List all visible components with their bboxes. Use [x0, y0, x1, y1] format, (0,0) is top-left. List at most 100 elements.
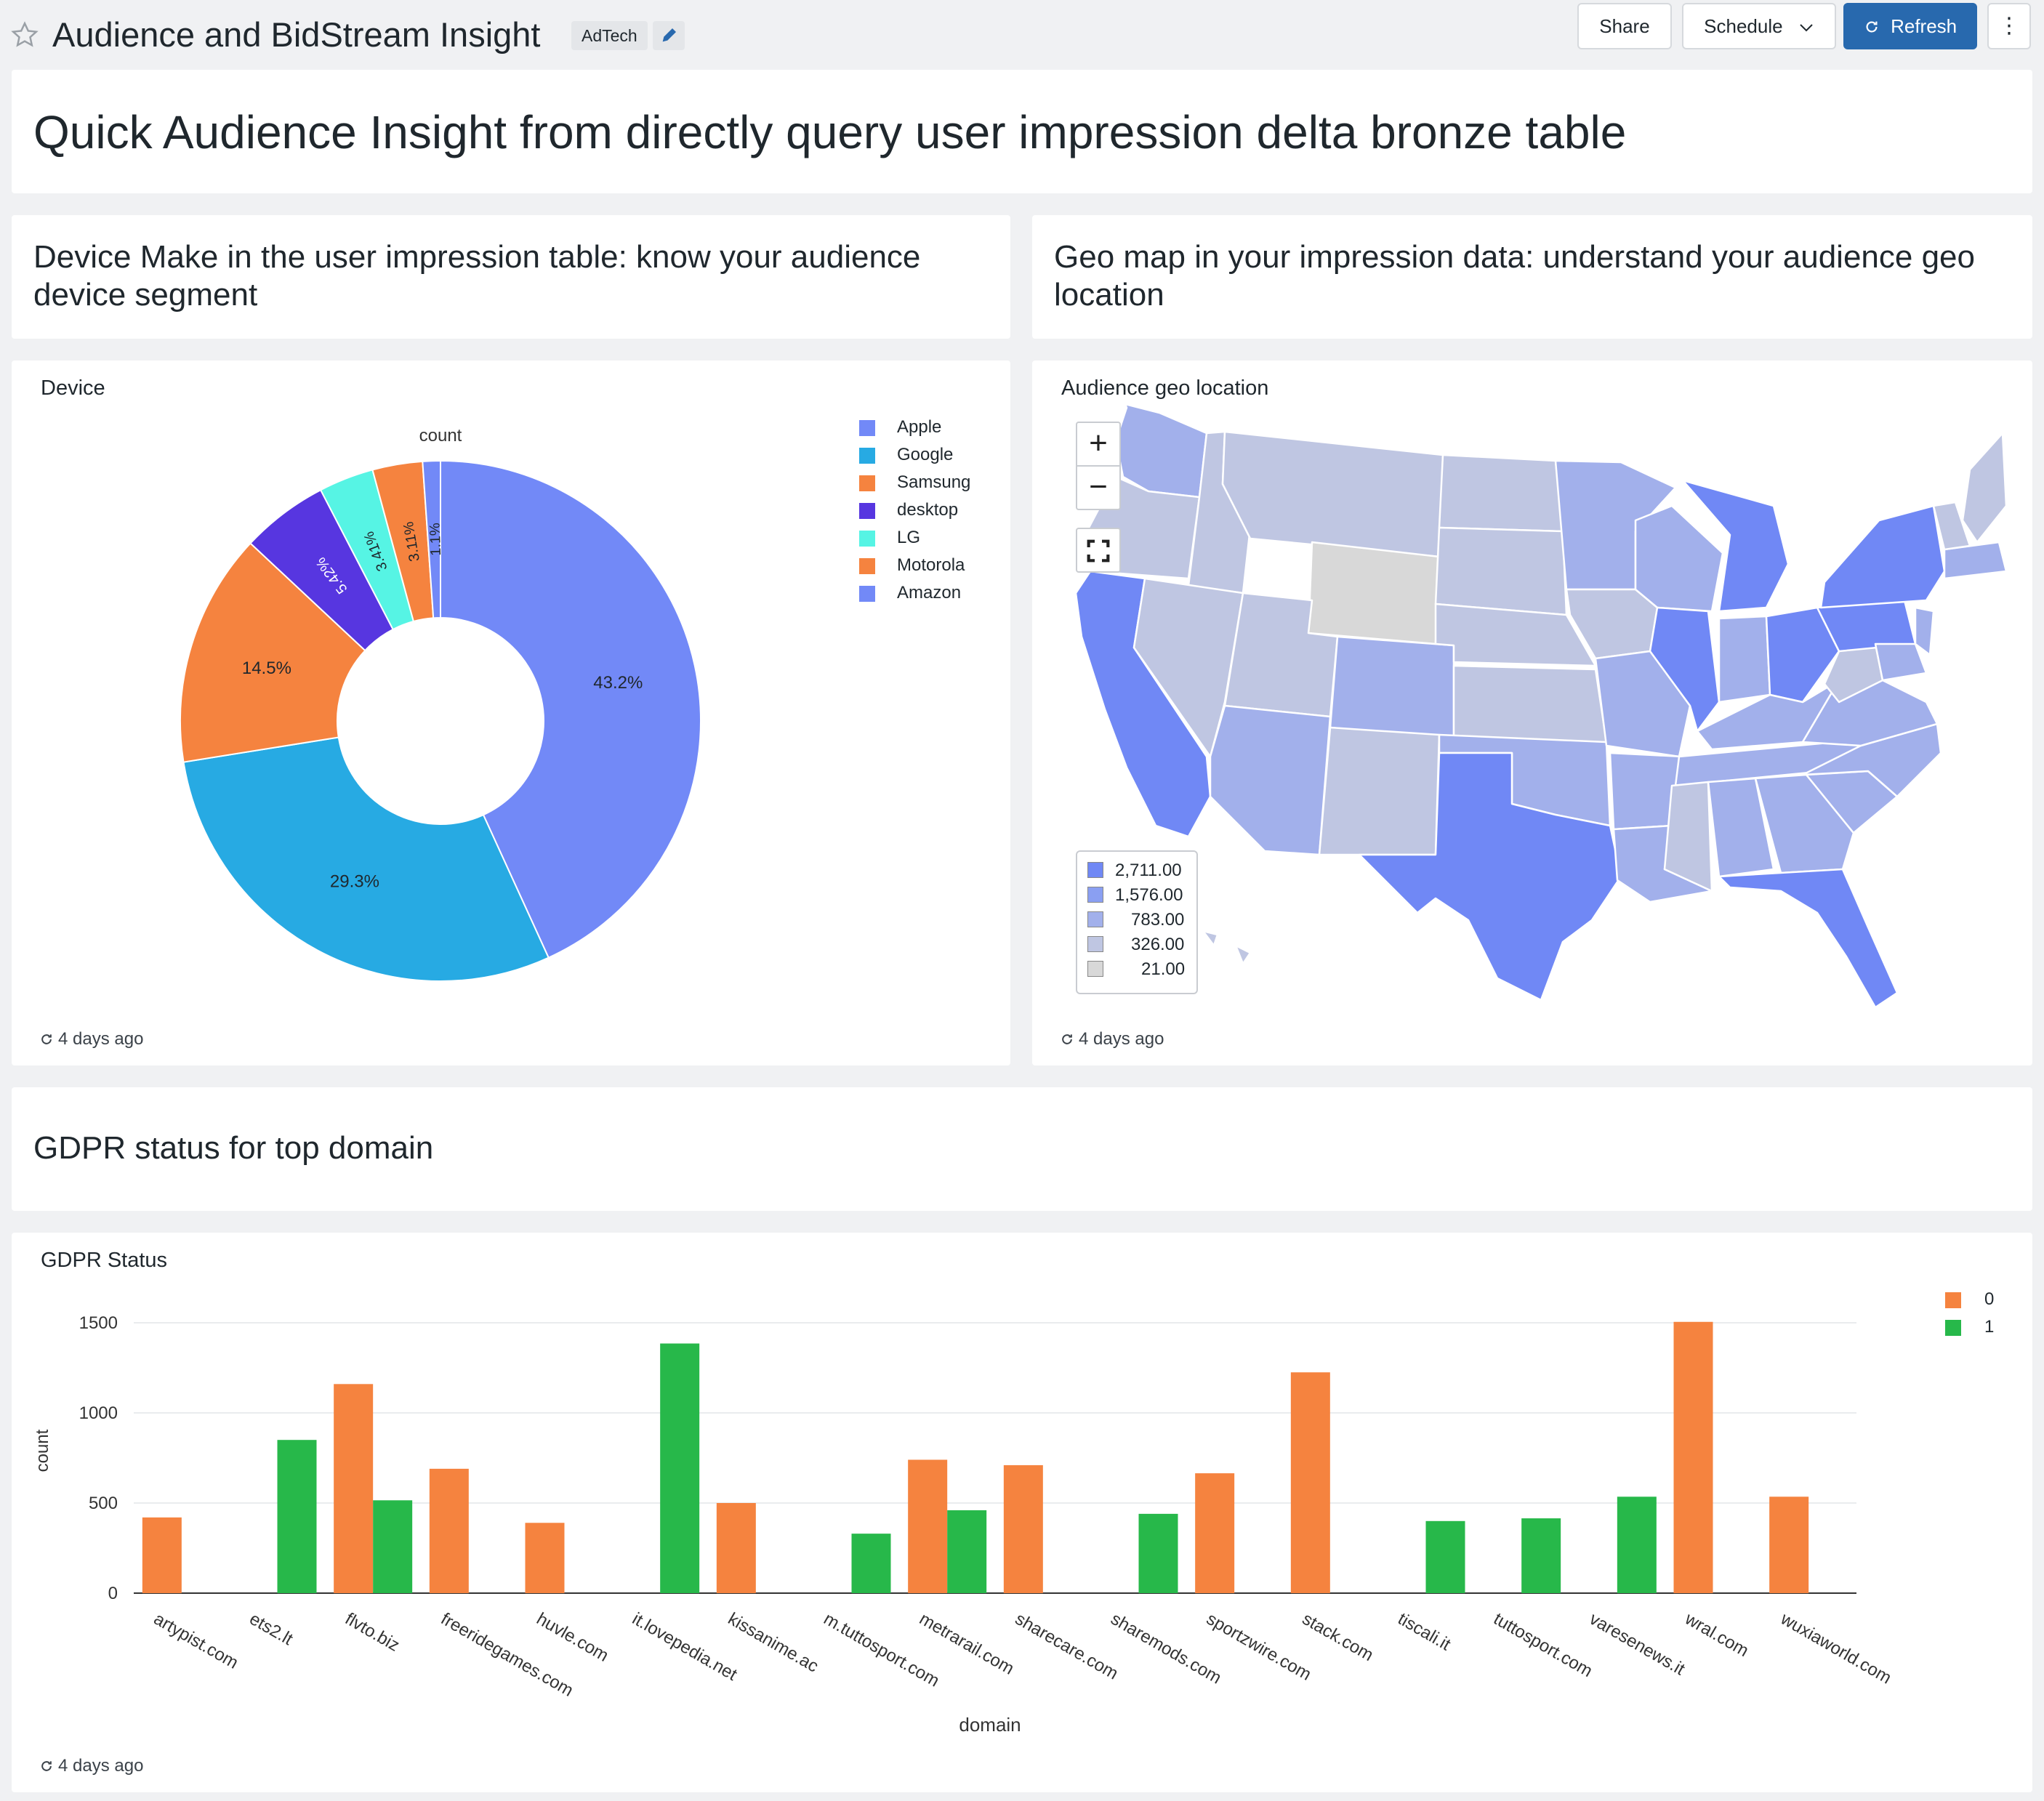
state-hawaii — [1202, 930, 1252, 965]
legend-swatch — [1087, 961, 1103, 977]
pie-value-label: 29.3% — [330, 871, 379, 891]
legend-item-samsung[interactable]: Samsung — [897, 472, 970, 493]
map-legend-item: 326.00 — [1087, 935, 1184, 955]
bar-ets2.lt-1[interactable] — [277, 1440, 317, 1593]
bar-freeridegames.com-0[interactable] — [429, 1468, 469, 1593]
legend-swatch — [859, 420, 875, 436]
legend-swatch — [1087, 911, 1103, 927]
legend-item-apple[interactable]: Apple — [897, 417, 941, 438]
x-tick-label: huvle.com — [534, 1609, 612, 1666]
bar-metrarail.com-0[interactable] — [908, 1459, 948, 1593]
bar-huvle.com-0[interactable] — [525, 1523, 565, 1593]
legend-swatch — [859, 448, 875, 464]
map-legend-item: 21.00 — [1087, 959, 1185, 980]
legend-item-gdpr-0[interactable]: 0 — [1984, 1289, 1994, 1310]
legend-item-motorola[interactable]: Motorola — [897, 555, 965, 576]
dashboard-title: Audience and BidStream Insight — [52, 15, 541, 54]
pie-slice-google[interactable] — [182, 736, 550, 982]
pie-value-label: 43.2% — [593, 673, 643, 693]
y-tick-label: 0 — [108, 1584, 118, 1603]
legend-swatch — [1087, 862, 1103, 878]
legend-swatch — [1087, 887, 1103, 903]
gdpr-bar-chart[interactable]: 0 500 1000 1500 artypist.com ets2.lt flvto.bi… — [12, 1233, 2032, 1792]
device-viz-panel: Device count 43.2% 29.3% 14.5% 5.42% 3.41% 3.… — [12, 360, 1010, 1065]
x-tick-label: artypist.com — [150, 1609, 242, 1673]
x-tick-label: tuttosport.com — [1490, 1609, 1596, 1681]
fullscreen-icon — [1087, 539, 1110, 563]
state-wisconsin — [1634, 504, 1724, 613]
gdpr-heading-widget: GDPR status for top domain — [12, 1087, 2032, 1211]
legend-item-amazon[interactable]: Amazon — [897, 583, 961, 603]
zoom-out-button[interactable]: − — [1076, 465, 1121, 510]
state-montana — [1221, 430, 1444, 558]
tag-badge[interactable]: AdTech — [571, 21, 648, 50]
bar-varesenews.it-1[interactable] — [1617, 1496, 1657, 1593]
edit-tags-button[interactable] — [653, 21, 685, 50]
zoom-in-button[interactable]: + — [1076, 422, 1121, 467]
bar-sportzwire.com-0[interactable] — [1195, 1473, 1235, 1593]
schedule-button[interactable]: Schedule — [1682, 3, 1836, 49]
share-button[interactable]: Share — [1577, 3, 1672, 49]
x-tick-label: flvto.biz — [342, 1609, 403, 1656]
bar-sharemods.com-1[interactable] — [1138, 1513, 1178, 1593]
legend-swatch — [859, 503, 875, 519]
device-heading-widget: Device Make in the user impression table… — [12, 215, 1010, 339]
pie-value-label: 14.5% — [242, 658, 291, 678]
favorite-star-icon[interactable] — [10, 20, 39, 49]
state-florida — [1718, 868, 1899, 1009]
state-colorado — [1329, 635, 1455, 740]
y-tick-label: 500 — [89, 1494, 118, 1513]
bar-stack.com-0[interactable] — [1290, 1372, 1330, 1593]
device-donut-chart[interactable]: count 43.2%29.3%14.5%5.42%3.41% 3.11% 1.1% — [12, 360, 1010, 1065]
device-updated: 4 days ago — [39, 1029, 143, 1049]
bar-metrarail.com-1[interactable] — [947, 1510, 987, 1593]
x-tick-label: varesenews.it — [1586, 1609, 1689, 1680]
refresh-icon — [41, 1034, 52, 1044]
bar-it.lovepedia.net-1[interactable] — [660, 1343, 700, 1593]
geo-updated-text: 4 days ago — [1079, 1029, 1164, 1049]
pie-title: count — [419, 426, 462, 446]
chevron-down-icon — [1800, 24, 1813, 32]
gdpr-heading: GDPR status for top domain — [33, 1130, 434, 1166]
bar-sharecare.com-0[interactable] — [1003, 1464, 1043, 1593]
legend-swatch — [859, 558, 875, 574]
y-tick-label: 1500 — [79, 1313, 118, 1333]
state-new-mexico — [1318, 726, 1441, 856]
legend-swatch — [1945, 1292, 1961, 1308]
bar-m.tuttosport.com-1[interactable] — [851, 1534, 891, 1593]
refresh-icon — [1062, 1034, 1072, 1044]
more-options-button[interactable]: ⋮ — [1987, 3, 2031, 49]
bar-wuxiaworld.com-0[interactable] — [1769, 1496, 1809, 1593]
bar-artypist.com-0[interactable] — [142, 1517, 182, 1593]
legend-item-lg[interactable]: LG — [897, 528, 920, 548]
geo-heading: Geo map in your impression data: underst… — [1054, 239, 1975, 313]
x-axis-label: domain — [959, 1714, 1021, 1736]
device-updated-text: 4 days ago — [58, 1029, 144, 1049]
x-tick-label: wuxiaworld.com — [1777, 1608, 1894, 1688]
geo-updated: 4 days ago — [1060, 1029, 1164, 1049]
legend-item-desktop[interactable]: desktop — [897, 500, 958, 520]
legend-item-gdpr-1[interactable]: 1 — [1984, 1317, 1994, 1337]
legend-item-google[interactable]: Google — [897, 445, 953, 465]
pencil-icon — [662, 28, 676, 42]
y-axis-label: count — [33, 1429, 52, 1472]
bar-flvto.biz-0[interactable] — [334, 1384, 374, 1593]
bar-flvto.biz-1[interactable] — [373, 1500, 413, 1593]
state-new-york — [1819, 504, 1946, 609]
main-heading: Quick Audience Insight from directly que… — [33, 106, 1627, 158]
map-legend-item: 2,711.00 — [1087, 861, 1182, 881]
refresh-icon — [1866, 21, 1878, 33]
legend-swatch — [859, 475, 875, 491]
bar-kissanime.ac-0[interactable] — [716, 1503, 756, 1593]
state-wyoming — [1307, 541, 1441, 645]
legend-swatch — [1945, 1320, 1961, 1336]
refresh-button[interactable]: Refresh — [1843, 3, 1977, 49]
dashboard-header: Audience and BidStream Insight AdTech Sh… — [0, 0, 2044, 67]
state-new-jersey — [1914, 606, 1935, 656]
fullscreen-button[interactable] — [1076, 528, 1121, 573]
x-tick-label: stack.com — [1299, 1609, 1377, 1665]
bar-tiscali.it-1[interactable] — [1425, 1520, 1465, 1593]
bar-tuttosport.com-1[interactable] — [1521, 1518, 1561, 1593]
bar-wral.com-0[interactable] — [1673, 1321, 1713, 1593]
state-maine — [1961, 432, 2008, 544]
